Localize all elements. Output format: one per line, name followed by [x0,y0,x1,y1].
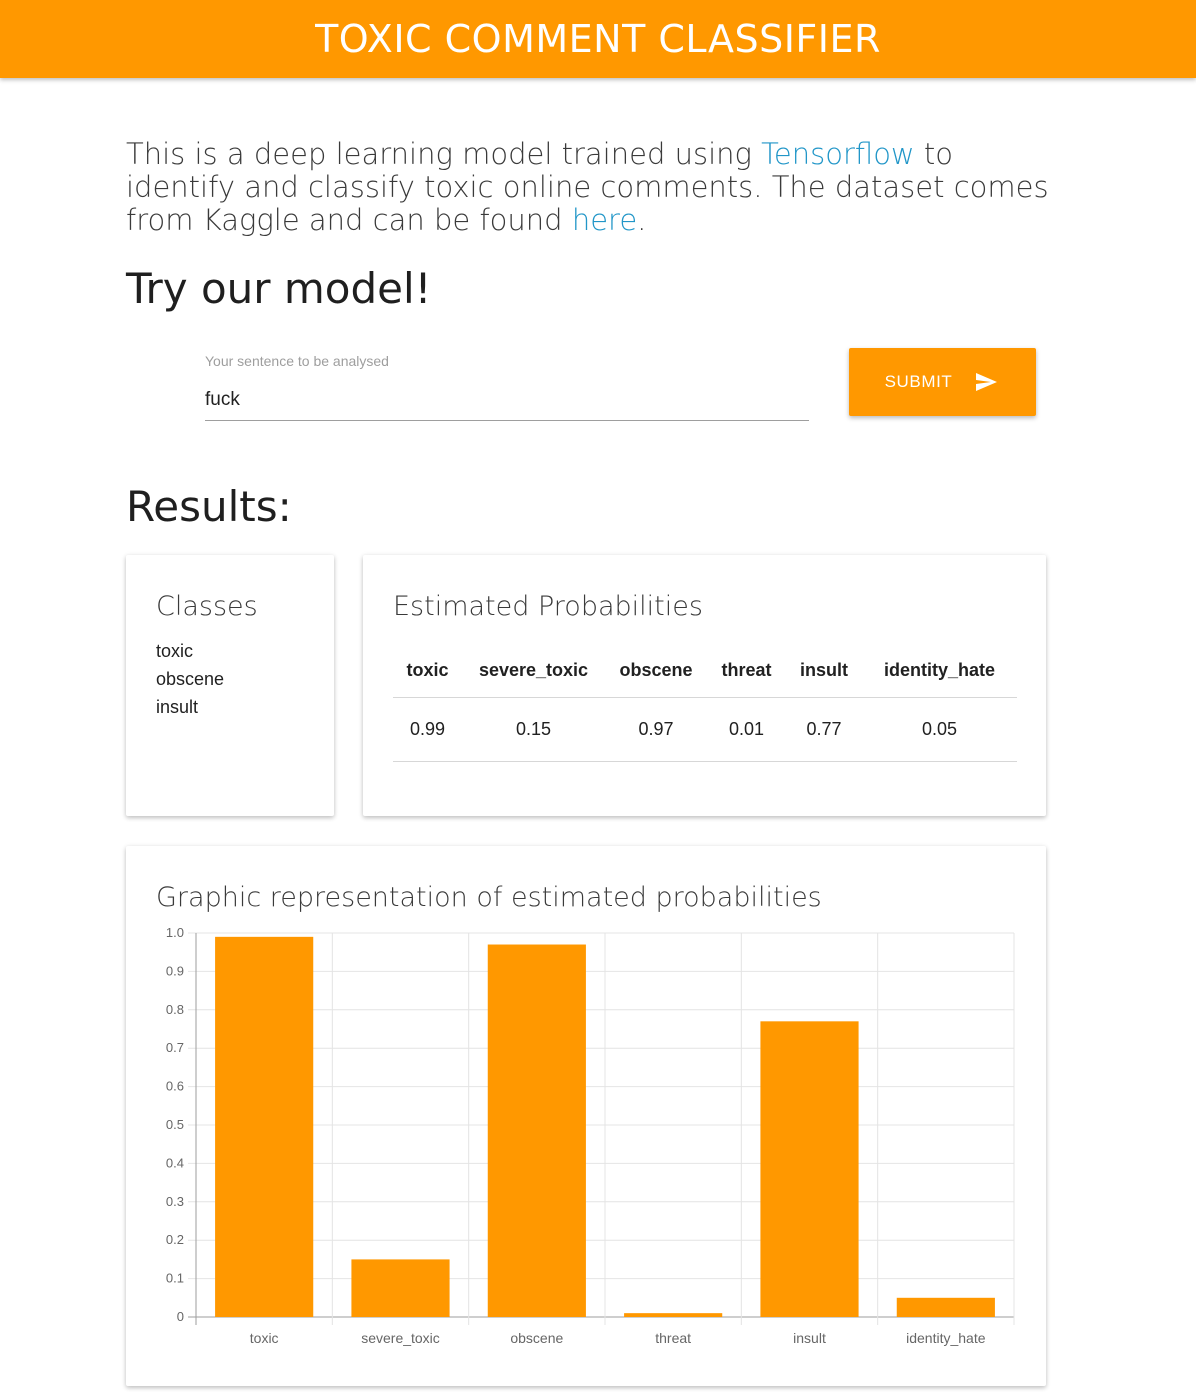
sentence-input[interactable] [205,380,809,421]
probability-cell-severe-toxic: 0.15 [462,697,605,762]
y-tick-label: 0.1 [166,1271,184,1286]
y-tick-label: 0.2 [166,1232,184,1247]
probability-cell-identity-hate: 0.05 [862,697,1017,762]
probability-cell-toxic: 0.99 [393,697,462,762]
class-item: toxic [156,641,194,661]
y-tick-label: 0.9 [166,963,184,978]
x-tick-label: threat [655,1330,691,1346]
bar-obscene [487,944,586,1317]
classes-card-title: Classes [156,591,258,622]
table-header-row: toxic severe_toxic obscene threat insult… [393,643,1017,698]
probability-cell-obscene: 0.97 [605,697,707,762]
column-header-toxic: toxic [393,643,462,698]
y-tick-label: 0.5 [166,1117,184,1132]
y-tick-label: 0.8 [166,1002,184,1017]
column-header-insult: insult [786,643,862,698]
x-tick-label: obscene [510,1330,563,1346]
table-row: 0.99 0.15 0.97 0.01 0.77 0.05 [393,697,1017,762]
send-icon [972,370,1000,394]
bar-toxic [215,936,314,1317]
y-tick-label: 0.4 [166,1155,184,1170]
class-item: obscene [156,669,225,689]
results-heading: Results: [126,482,292,531]
intro-paragraph: This is a deep learning model trained us… [126,138,1056,237]
try-model-heading: Try our model! [126,264,432,313]
bar-insult [760,1021,859,1317]
x-tick-label: insult [793,1330,826,1346]
probabilities-card: Estimated Probabilities toxic severe_tox… [363,555,1046,816]
y-tick-label: 0.6 [166,1079,184,1094]
bar-severe-toxic [351,1259,450,1317]
y-tick-label: 0.7 [166,1040,184,1055]
classes-card: Classes toxic obscene insult [126,555,334,816]
dataset-here-link[interactable]: here [572,203,637,237]
top-app-bar: TOXIC COMMENT CLASSIFIER [0,0,1196,78]
probability-cell-threat: 0.01 [707,697,786,762]
bar-threat [624,1313,723,1317]
column-header-severe-toxic: severe_toxic [462,643,605,698]
x-tick-label: severe_toxic [361,1330,440,1346]
sentence-input-label: Your sentence to be analysed [205,353,389,369]
probabilities-card-title: Estimated Probabilities [393,591,703,622]
tensorflow-link[interactable]: Tensorflow [761,137,915,171]
bar-identity-hate [896,1297,995,1317]
intro-text-before: This is a deep learning model trained us… [126,137,762,171]
app-title: TOXIC COMMENT CLASSIFIER [315,17,881,61]
y-tick-label: 0.3 [166,1194,184,1209]
column-header-obscene: obscene [605,643,707,698]
x-tick-label: identity_hate [906,1330,986,1346]
column-header-threat: threat [707,643,786,698]
probability-cell-insult: 0.77 [786,697,862,762]
column-header-identity-hate: identity_hate [862,643,1017,698]
submit-button-label: SUBMIT [884,372,953,391]
intro-text-after: . [637,203,647,237]
class-list: toxic obscene insult [156,637,224,721]
submit-button[interactable]: SUBMIT [849,348,1036,416]
y-tick-label: 1.0 [166,925,184,940]
probabilities-table: toxic severe_toxic obscene threat insult… [393,643,1017,762]
probability-bar-chart: 0 0.1 0.2 0.3 0.4 0.5 0.6 0.7 0.8 0.9 1.0 toxic seve… [166,925,1015,1346]
y-tick-label: 0 [177,1309,184,1324]
class-item: insult [156,697,199,717]
chart-card: Graphic representation of estimated prob… [126,846,1046,1386]
x-tick-label: toxic [250,1330,279,1346]
